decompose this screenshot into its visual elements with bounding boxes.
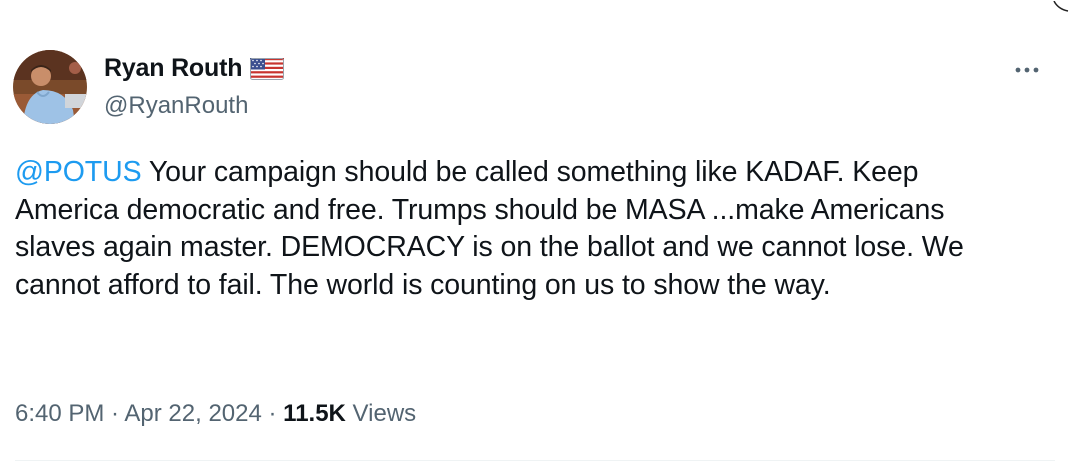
tweet-text: @POTUS Your campaign should be called so…	[15, 154, 1015, 304]
avatar[interactable]	[13, 50, 87, 124]
tweet-body-text: Your campaign should be called something…	[15, 156, 964, 301]
author-handle[interactable]: @RyanRouth	[104, 92, 248, 120]
more-options-icon[interactable]	[1010, 60, 1044, 80]
divider	[15, 460, 1055, 461]
tweet-time[interactable]: 6:40 PM	[15, 400, 104, 427]
mention-link[interactable]: @POTUS	[15, 156, 142, 188]
corner-decoration	[1052, 0, 1070, 12]
views-count: 11.5K	[283, 400, 346, 427]
tweet-card: Ryan Routh @RyanRouth @POTUS Your campai…	[0, 0, 1070, 466]
tweet-meta: 6:40 PM · Apr 22, 2024 · 11.5K Views	[15, 400, 416, 428]
author-name-row: Ryan Routh	[104, 54, 285, 83]
tweet-date[interactable]: Apr 22, 2024	[124, 400, 261, 427]
views-label: Views	[345, 400, 417, 427]
us-flag-icon	[250, 57, 285, 80]
meta-separator: ·	[104, 400, 125, 427]
author-display-name[interactable]: Ryan Routh	[104, 54, 242, 83]
meta-separator: ·	[261, 400, 284, 427]
